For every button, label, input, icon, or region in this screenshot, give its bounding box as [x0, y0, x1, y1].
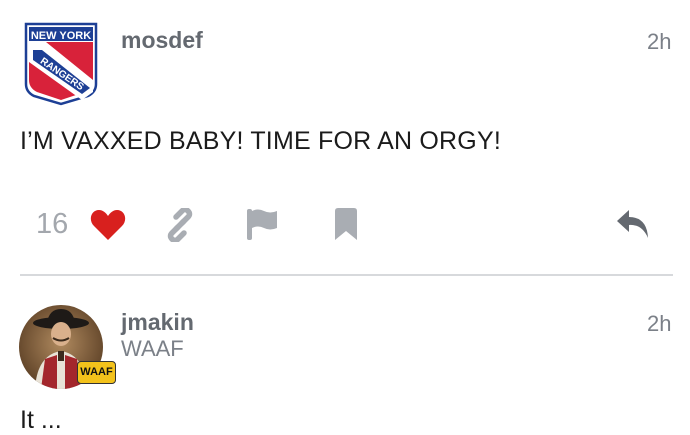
link-icon[interactable]	[163, 208, 197, 242]
like-count[interactable]: 16	[36, 208, 68, 241]
post-body: It ...	[20, 406, 62, 434]
post-body: I’M VAXXED BABY! TIME FOR AN ORGY!	[20, 127, 501, 155]
avatar-mosdef[interactable]: NEW YORK RANGERS	[24, 22, 98, 106]
post-divider	[20, 274, 673, 276]
svg-text:NEW YORK: NEW YORK	[31, 30, 91, 42]
post-timestamp[interactable]: 2h	[647, 311, 671, 337]
bookmark-icon[interactable]	[333, 208, 359, 240]
post-timestamp[interactable]: 2h	[647, 29, 671, 55]
post-username[interactable]: jmakin	[121, 309, 194, 336]
user-flair-badge: WAAF	[77, 361, 116, 384]
user-title: WAAF	[121, 336, 184, 361]
post-username[interactable]: mosdef	[121, 27, 203, 54]
flag-icon[interactable]	[246, 208, 280, 240]
reply-icon[interactable]	[616, 209, 650, 239]
new-york-rangers-logo-icon: NEW YORK RANGERS	[24, 22, 98, 106]
heart-icon[interactable]	[90, 209, 126, 241]
